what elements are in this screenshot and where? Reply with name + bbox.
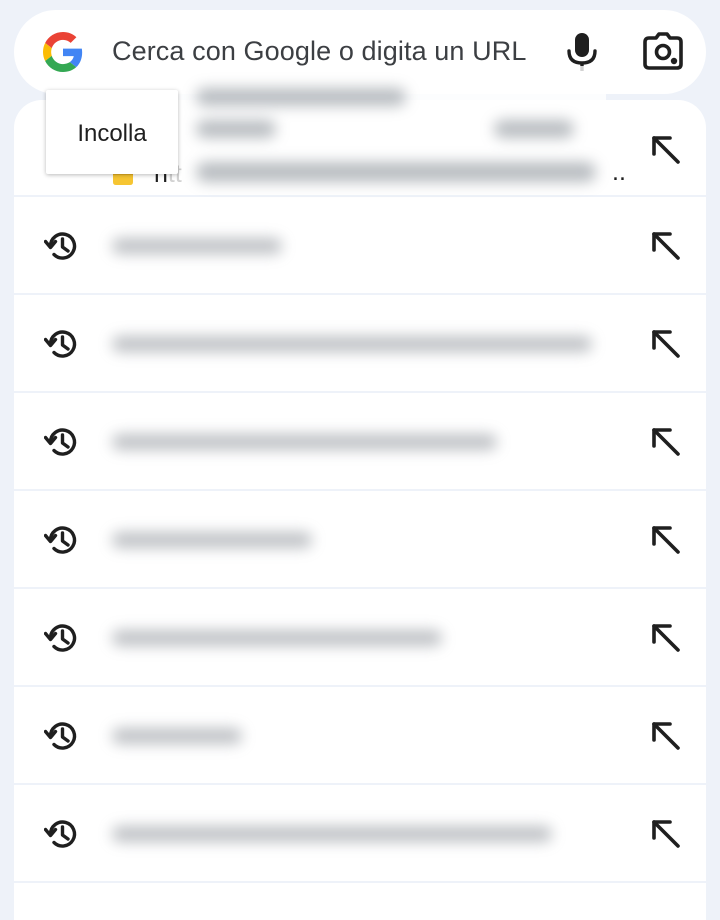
history-suggestion-row[interactable] bbox=[14, 198, 706, 295]
arrow-up-left-icon[interactable] bbox=[648, 620, 682, 654]
blurred-suggestion-text bbox=[112, 238, 282, 254]
history-icon bbox=[44, 722, 77, 750]
clipboard-url-ellipsis: .. bbox=[612, 158, 626, 186]
clipboard-preview-blur bbox=[196, 88, 596, 182]
blurred-suggestion-text bbox=[112, 434, 497, 450]
history-icon bbox=[44, 820, 77, 848]
arrow-up-left-icon[interactable] bbox=[648, 228, 682, 262]
arrow-up-left-icon[interactable] bbox=[648, 326, 682, 360]
google-lens-icon[interactable] bbox=[642, 32, 684, 72]
blurred-suggestion-text bbox=[112, 630, 442, 646]
paste-menu-item[interactable]: Incolla bbox=[46, 120, 178, 148]
history-icon bbox=[44, 526, 77, 554]
history-icon bbox=[44, 624, 77, 652]
history-suggestion-row[interactable] bbox=[14, 786, 706, 883]
history-icon bbox=[44, 330, 77, 358]
blurred-suggestion-text bbox=[112, 728, 242, 744]
arrow-up-left-icon[interactable] bbox=[648, 816, 682, 850]
search-input[interactable]: Cerca con Google o digita un URL bbox=[112, 36, 526, 67]
google-logo-icon bbox=[43, 32, 83, 72]
blurred-suggestion-text bbox=[112, 336, 592, 352]
blurred-suggestion-text bbox=[112, 532, 312, 548]
arrow-up-left-icon[interactable] bbox=[648, 522, 682, 556]
suggestions-panel: htt .. bbox=[14, 100, 706, 920]
history-suggestion-row[interactable] bbox=[14, 492, 706, 589]
history-icon bbox=[44, 232, 77, 260]
blurred-suggestion-text bbox=[112, 826, 552, 842]
history-suggestion-row[interactable] bbox=[14, 296, 706, 393]
history-suggestion-row[interactable] bbox=[14, 590, 706, 687]
history-suggestion-row[interactable] bbox=[14, 394, 706, 491]
paste-popup[interactable]: Incolla bbox=[46, 90, 178, 174]
arrow-up-left-icon[interactable] bbox=[648, 424, 682, 458]
history-icon bbox=[44, 428, 77, 456]
arrow-up-left-icon[interactable] bbox=[648, 132, 682, 166]
arrow-up-left-icon[interactable] bbox=[648, 718, 682, 752]
history-suggestion-row[interactable] bbox=[14, 688, 706, 785]
